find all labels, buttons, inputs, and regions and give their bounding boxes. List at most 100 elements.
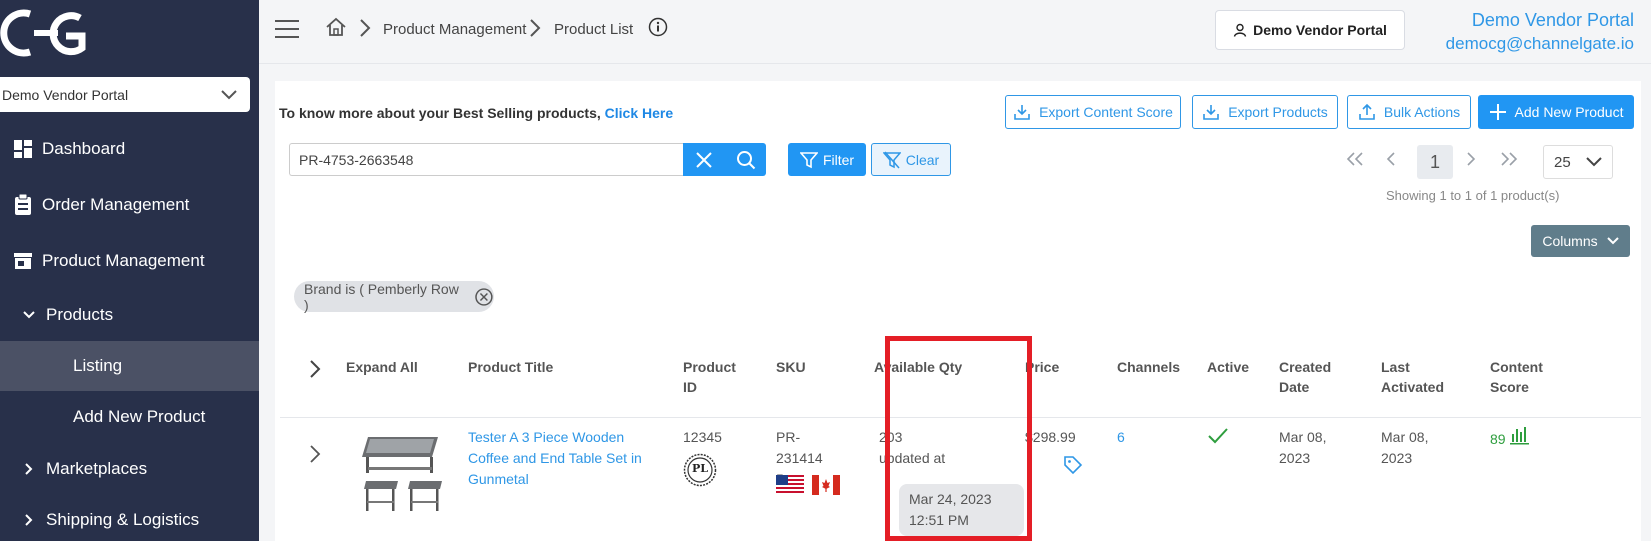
header-sku[interactable]: SKU (776, 357, 806, 377)
dashboard-icon (12, 138, 34, 160)
sidebar-item-label: Shipping & Logistics (46, 510, 200, 529)
info-icon[interactable] (648, 17, 668, 37)
channelgate-logo[interactable] (0, 8, 110, 58)
sidebar-item-listing[interactable]: Listing (0, 341, 259, 391)
columns-button[interactable]: Columns (1531, 225, 1630, 257)
header-created-date[interactable]: Created Date (1279, 357, 1339, 397)
topbar: Product Management Product List Demo Ven… (259, 0, 1651, 64)
product-title-link[interactable]: Tester A 3 Piece Wooden Coffee and End T… (468, 427, 648, 490)
page-size-select[interactable]: 25 (1543, 145, 1613, 179)
filter-chip: Brand is ( Pemberly Row ) (294, 281, 494, 313)
channels-link[interactable]: 6 (1117, 427, 1125, 448)
product-thumbnail[interactable] (360, 425, 446, 515)
breadcrumb-separator-icon (360, 19, 371, 37)
user-icon (1233, 23, 1247, 37)
clear-label: Clear (905, 151, 940, 168)
export-content-score-button[interactable]: Export Content Score (1005, 95, 1181, 129)
remove-filter-icon[interactable] (474, 287, 494, 307)
vendor-select[interactable]: Demo Vendor Portal (0, 77, 250, 112)
export-content-score-label: Export Content Score (1039, 104, 1173, 120)
breadcrumb-product-management[interactable]: Product Management (383, 21, 526, 38)
sidebar-item-label: Add New Product (73, 407, 206, 426)
header-content-score[interactable]: Content Score (1490, 357, 1550, 397)
header-active[interactable]: Active (1207, 357, 1249, 377)
search-input[interactable]: PR-4753-2663548 (289, 143, 683, 176)
sidebar-item-label: Products (46, 305, 114, 324)
portal-button[interactable]: Demo Vendor Portal (1215, 10, 1405, 50)
clear-search-button[interactable] (683, 143, 725, 176)
sidebar-item-label: Dashboard (42, 139, 126, 158)
plus-icon (1489, 104, 1506, 120)
sidebar: Demo Vendor Portal Dashboard Order Manag… (0, 0, 259, 541)
filter-button[interactable]: Filter (788, 143, 866, 176)
sidebar-item-marketplaces[interactable]: Marketplaces (0, 444, 259, 494)
add-new-product-label: Add New Product (1514, 104, 1624, 120)
header-product-id[interactable]: Product ID (683, 357, 743, 397)
app: Demo Vendor Portal Dashboard Order Manag… (0, 0, 1651, 541)
sidebar-item-label: Product Management (42, 251, 205, 270)
breadcrumb-separator-icon (530, 19, 541, 37)
sidebar-item-order-management[interactable]: Order Management (0, 180, 259, 230)
last-page-icon[interactable] (1497, 147, 1521, 171)
current-page[interactable]: 1 (1417, 145, 1453, 179)
home-icon[interactable] (325, 16, 347, 38)
chevron-right-icon (22, 463, 36, 475)
clipboard-icon (12, 194, 34, 216)
header-expand-all[interactable]: Expand All (346, 357, 418, 377)
header-product-title[interactable]: Product Title (468, 357, 553, 377)
add-new-product-button[interactable]: Add New Product (1478, 95, 1634, 129)
vendor-select-value: Demo Vendor Portal (2, 86, 129, 103)
prev-page-icon[interactable] (1379, 147, 1403, 171)
chevron-down-icon (221, 89, 237, 99)
canada-flag-icon (812, 475, 840, 495)
filter-label: Filter (822, 151, 855, 168)
sidebar-item-label: Listing (73, 356, 123, 375)
best-selling-link[interactable]: Click Here (605, 105, 673, 121)
bar-chart-icon[interactable] (1510, 425, 1530, 445)
price-tag-icon[interactable] (1063, 455, 1083, 475)
last-activated-date: Mar 08, 2023 (1381, 429, 1429, 466)
breadcrumb-product-list: Product List (554, 21, 634, 38)
sidebar-item-dashboard[interactable]: Dashboard (0, 124, 259, 174)
expand-all-chevron-icon[interactable] (308, 358, 322, 380)
sidebar-item-products[interactable]: Products (0, 290, 259, 340)
clear-filters-button[interactable]: Clear (871, 143, 951, 176)
bulk-actions-button[interactable]: Bulk Actions (1347, 95, 1471, 129)
user-name[interactable]: Demo Vendor Portal (1472, 10, 1634, 31)
search-icon (736, 150, 755, 169)
export-products-button[interactable]: Export Products (1192, 95, 1338, 129)
portal-button-label: Demo Vendor Portal (1253, 22, 1387, 38)
product-id: 12345 (683, 429, 722, 445)
available-qty-highlight-box (885, 336, 1032, 541)
store-icon (12, 250, 34, 272)
us-flag-icon (776, 475, 804, 495)
download-icon (1014, 105, 1030, 120)
showing-count: Showing 1 to 1 of 1 product(s) (1386, 188, 1560, 203)
hamburger-menu-icon[interactable] (275, 19, 299, 39)
next-page-icon[interactable] (1459, 147, 1483, 171)
filter-off-icon (882, 151, 901, 168)
chevron-down-icon (1586, 157, 1602, 167)
sidebar-item-shipping-logistics[interactable]: Shipping & Logistics (0, 495, 259, 541)
header-channels[interactable]: Channels (1117, 357, 1180, 377)
chevron-right-icon (22, 514, 36, 526)
user-email[interactable]: democg@channelgate.io (1446, 34, 1634, 54)
chevron-down-icon (22, 311, 36, 319)
search-input-value: PR-4753-2663548 (299, 151, 414, 168)
close-icon (696, 151, 712, 168)
sidebar-item-label: Marketplaces (46, 459, 148, 478)
export-products-label: Export Products (1228, 104, 1328, 120)
sidebar-item-add-new-product[interactable]: Add New Product (0, 392, 259, 442)
expand-row-chevron-icon[interactable] (308, 443, 322, 465)
sidebar-item-product-management[interactable]: Product Management (0, 236, 259, 286)
search-button[interactable] (725, 143, 766, 176)
created-date: Mar 08, 2023 (1279, 429, 1327, 466)
best-selling-text: To know more about your Best Selling pro… (279, 105, 601, 121)
pl-badge-text: PL (691, 462, 708, 475)
header-last-activated[interactable]: Last Activated (1381, 357, 1451, 397)
columns-label: Columns (1542, 233, 1598, 249)
content-score-value[interactable]: 89 (1490, 429, 1506, 450)
best-selling-notice: To know more about your Best Selling pro… (279, 105, 673, 121)
page-size-value: 25 (1554, 153, 1571, 171)
first-page-icon[interactable] (1343, 147, 1367, 171)
